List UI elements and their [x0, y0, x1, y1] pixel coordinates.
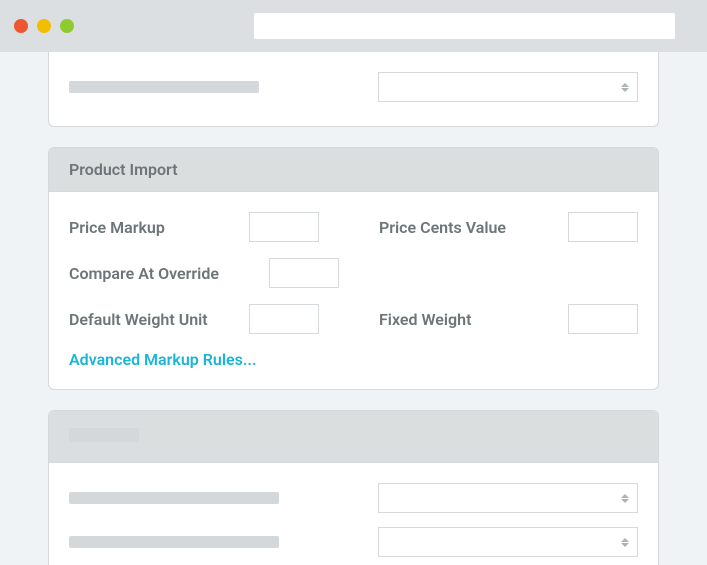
select-arrows-icon	[621, 83, 629, 92]
select-arrows-icon	[621, 538, 629, 547]
window-controls	[14, 19, 74, 33]
default-weight-input[interactable]	[249, 304, 319, 334]
price-cents-input[interactable]	[568, 212, 638, 242]
compare-at-input[interactable]	[269, 258, 339, 288]
price-markup-label: Price Markup	[69, 218, 249, 237]
fixed-weight-input[interactable]	[568, 304, 638, 334]
advanced-markup-link[interactable]: Advanced Markup Rules...	[69, 350, 256, 369]
window-titlebar	[0, 0, 707, 52]
placeholder-label	[69, 536, 279, 548]
placeholder-label	[69, 492, 279, 504]
settings-card-bottom	[48, 410, 659, 565]
price-markup-input[interactable]	[249, 212, 319, 242]
compare-at-label: Compare At Override	[69, 264, 269, 283]
dropdown-select[interactable]	[378, 72, 638, 102]
dropdown-select[interactable]	[378, 527, 638, 557]
minimize-window-button[interactable]	[37, 19, 51, 33]
placeholder-header-bar	[69, 428, 139, 442]
close-window-button[interactable]	[14, 19, 28, 33]
default-weight-label: Default Weight Unit	[69, 310, 249, 329]
dropdown-select[interactable]	[378, 483, 638, 513]
price-cents-label: Price Cents Value	[379, 218, 568, 237]
select-arrows-icon	[621, 494, 629, 503]
placeholder-card-header	[49, 411, 658, 463]
address-bar[interactable]	[254, 13, 675, 39]
product-import-header: Product Import	[49, 148, 658, 192]
placeholder-label	[69, 81, 259, 93]
product-import-card: Product Import Price Markup Price Cents …	[48, 147, 659, 390]
settings-card-top	[48, 52, 659, 127]
fixed-weight-label: Fixed Weight	[379, 310, 568, 329]
maximize-window-button[interactable]	[60, 19, 74, 33]
